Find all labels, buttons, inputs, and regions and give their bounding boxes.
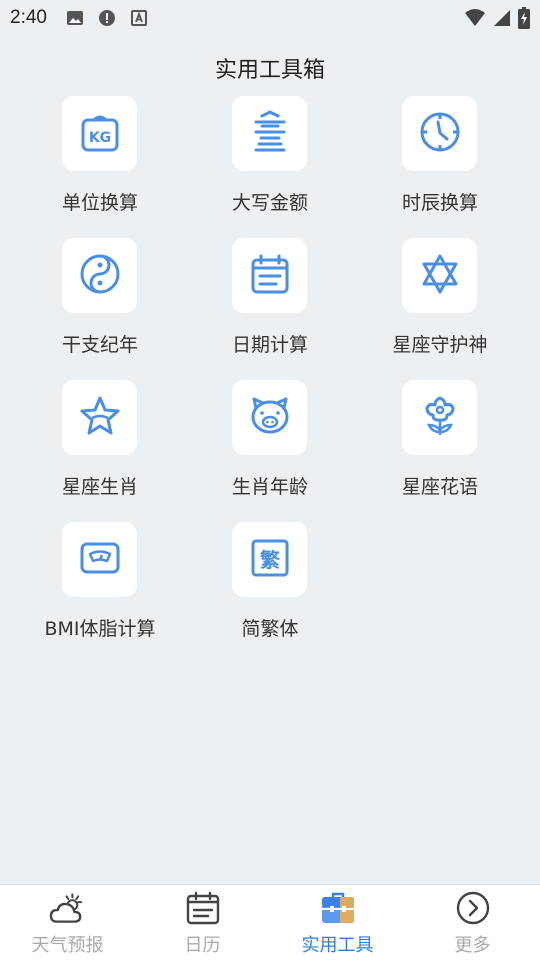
tool-tile[interactable] <box>62 238 137 313</box>
traditional-glyph: 繁 <box>260 548 281 572</box>
tool-label: 单位换算 <box>61 192 138 214</box>
tab-label: 日历 <box>184 935 221 956</box>
tool-capital-amount[interactable]: 大写金额 <box>185 96 355 216</box>
tool-tile[interactable] <box>402 96 477 171</box>
kg-weight-icon: KG <box>78 110 122 158</box>
pig-icon <box>248 394 292 442</box>
wifi-icon <box>464 8 486 32</box>
compass-clock-icon <box>418 110 462 158</box>
tool-date-calculation[interactable]: 日期计算 <box>185 238 355 358</box>
battery-icon <box>518 7 530 33</box>
tool-label: 星座守护神 <box>392 334 488 356</box>
a-box-icon <box>130 9 148 31</box>
yin-yang-icon <box>78 252 122 300</box>
tool-label: 日期计算 <box>231 334 308 356</box>
traditional-char-icon: 繁 <box>248 536 292 584</box>
tool-tile[interactable] <box>62 522 137 597</box>
tool-label: 干支纪年 <box>61 334 138 356</box>
tool-zodiac-guardian[interactable]: 星座守护神 <box>355 238 525 358</box>
tool-label: 生肖年龄 <box>231 476 308 498</box>
alert-icon <box>98 9 116 31</box>
tool-shichen-conversion[interactable]: 时辰换算 <box>355 96 525 216</box>
tab-more[interactable]: 更多 <box>405 885 540 961</box>
signal-icon <box>492 8 512 32</box>
scale-icon <box>78 536 122 584</box>
tab-tools[interactable]: 实用工具 <box>270 885 405 961</box>
status-bar: 2:40 <box>0 0 540 36</box>
calendar-tab-icon <box>184 891 221 925</box>
tool-label: 大写金额 <box>231 192 308 214</box>
page-title: 实用工具箱 <box>214 58 325 83</box>
image-icon <box>66 9 84 31</box>
tab-calendar[interactable]: 日历 <box>135 885 270 961</box>
tool-tile[interactable]: KG <box>62 96 137 171</box>
tool-simplified-traditional[interactable]: 繁 简繁体 <box>185 522 355 642</box>
calendar-icon <box>248 252 292 300</box>
tool-tile[interactable] <box>62 380 137 455</box>
tool-tile[interactable] <box>402 238 477 313</box>
svg-text:KG: KG <box>88 130 110 146</box>
more-chevron-icon <box>454 891 491 925</box>
tool-ganzhi-year[interactable]: 干支纪年 <box>15 238 185 358</box>
tool-tile[interactable] <box>232 238 307 313</box>
tool-zodiac-sign-animal[interactable]: 星座生肖 <box>15 380 185 500</box>
tool-zodiac-flower[interactable]: 星座花语 <box>355 380 525 500</box>
tool-label: 简繁体 <box>241 618 299 640</box>
tab-weather[interactable]: 天气预报 <box>0 885 135 961</box>
tab-label: 更多 <box>454 935 491 956</box>
tool-tile[interactable]: 繁 <box>232 522 307 597</box>
tool-label: BMI体脂计算 <box>44 618 156 640</box>
bottom-tab-bar: 天气预报 日历 实用工具 更多 <box>0 884 540 961</box>
tool-label: 时辰换算 <box>401 192 478 214</box>
status-time: 2:40 <box>10 7 47 28</box>
tool-zodiac-age[interactable]: 生肖年龄 <box>185 380 355 500</box>
tool-tile[interactable] <box>232 96 307 171</box>
tool-tile[interactable] <box>232 380 307 455</box>
toolbox-icon <box>319 891 356 925</box>
tool-label: 星座生肖 <box>61 476 138 498</box>
tab-label: 实用工具 <box>301 935 374 956</box>
tool-bmi[interactable]: BMI体脂计算 <box>15 522 185 642</box>
weather-icon <box>49 891 86 925</box>
flower-icon <box>418 394 462 442</box>
chinese-numeral-icon <box>248 109 292 158</box>
star-icon <box>78 394 122 442</box>
tool-label: 星座花语 <box>401 476 478 498</box>
tool-unit-conversion[interactable]: KG 单位换算 <box>15 96 185 216</box>
tool-tile[interactable] <box>402 380 477 455</box>
tab-label: 天气预报 <box>31 935 104 956</box>
hexagram-icon <box>418 252 462 300</box>
